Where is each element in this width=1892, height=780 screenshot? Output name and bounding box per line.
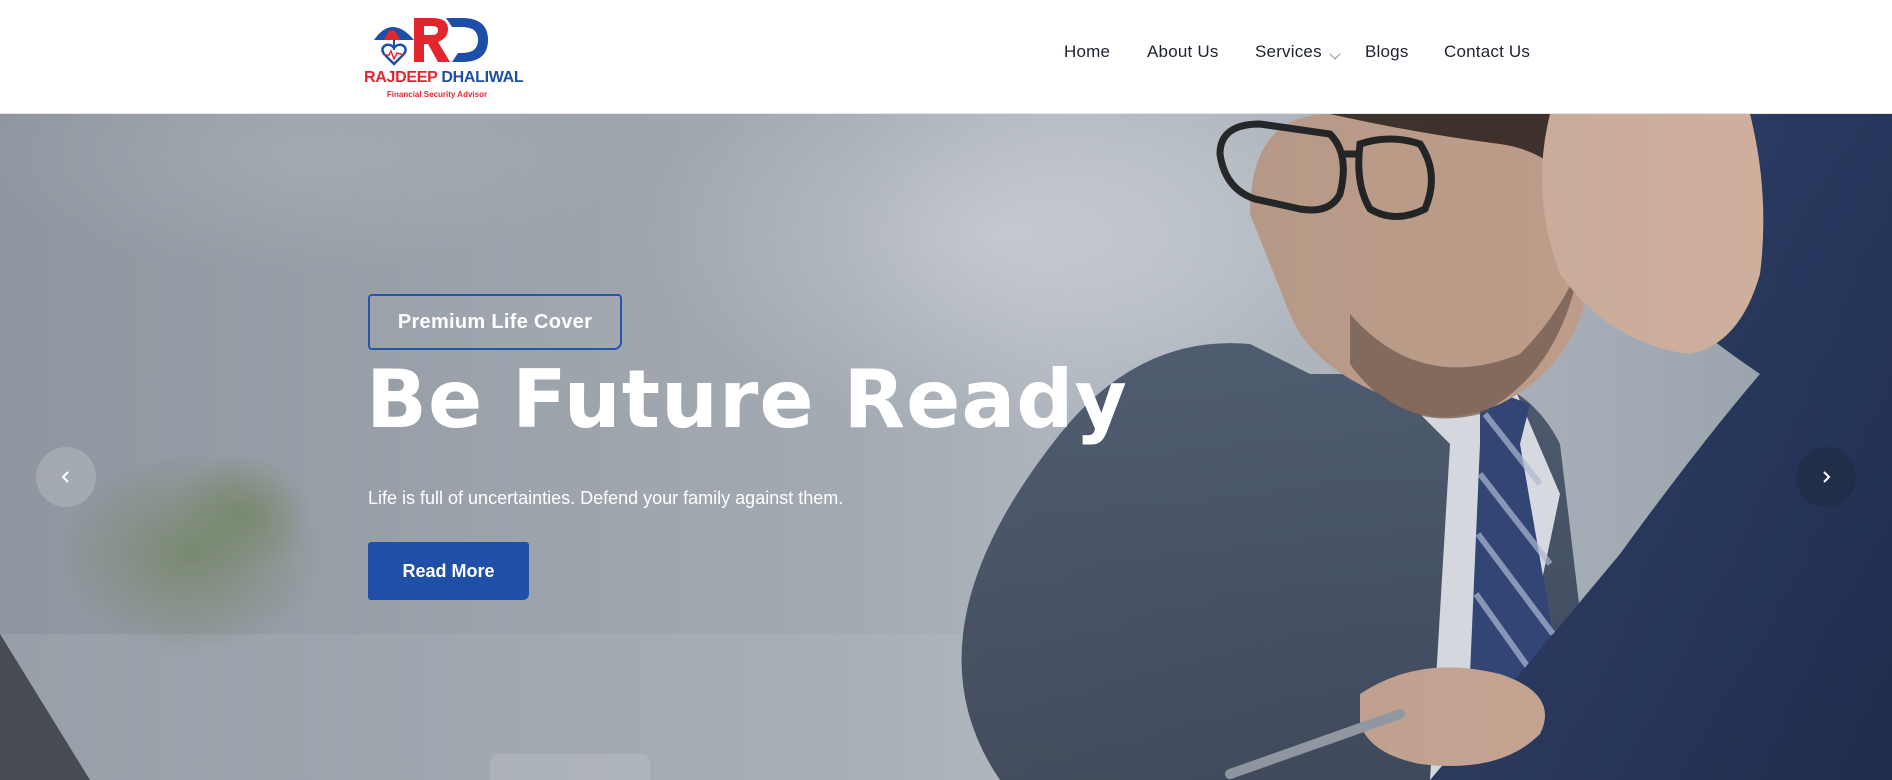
- hero-title: Be Future Ready: [366, 353, 1128, 446]
- logo-name: RAJDEEP DHALIWAL: [364, 69, 524, 87]
- nav-item-contact-us[interactable]: Contact Us: [1444, 42, 1530, 62]
- hero-badge: Premium Life Cover: [368, 294, 622, 350]
- logo-mark-icon: [374, 18, 488, 66]
- logo-tagline: Financial Security Advisor: [386, 90, 488, 99]
- hero-overlay: [0, 114, 1892, 780]
- logo-name-first: RAJDEEP: [364, 69, 438, 86]
- nav-item-home[interactable]: Home: [1064, 42, 1110, 62]
- nav-item-blogs[interactable]: Blogs: [1365, 42, 1409, 62]
- chevron-left-icon: [61, 471, 69, 483]
- hero-subtitle: Life is full of uncertainties. Defend yo…: [368, 488, 844, 508]
- logo-name-last: DHALIWAL: [441, 69, 524, 86]
- hero-slider: Premium Life Cover Be Future Ready Life …: [0, 114, 1892, 780]
- slider-next-button[interactable]: [1796, 447, 1856, 507]
- slider-prev-button[interactable]: [36, 447, 96, 507]
- site-header: RAJDEEP DHALIWAL Financial Security Advi…: [0, 0, 1892, 114]
- chevron-down-icon[interactable]: [1329, 48, 1341, 60]
- nav-item-about-us[interactable]: About Us: [1147, 42, 1219, 62]
- nav-item-services[interactable]: Services: [1255, 42, 1322, 62]
- site-logo[interactable]: RAJDEEP DHALIWAL Financial Security Advi…: [362, 10, 524, 102]
- chevron-right-icon: [1823, 471, 1831, 483]
- read-more-button[interactable]: Read More: [368, 542, 529, 600]
